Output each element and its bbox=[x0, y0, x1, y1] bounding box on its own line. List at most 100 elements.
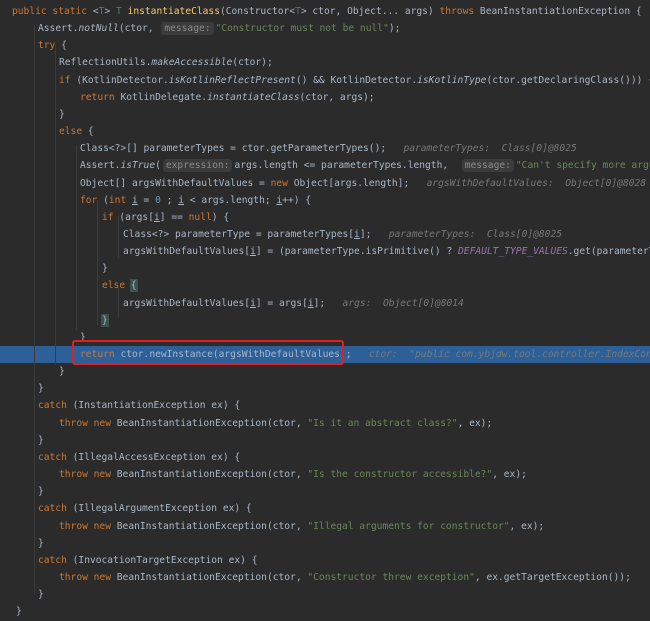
code-token: throws bbox=[439, 6, 480, 17]
code-line[interactable]: Assert.isTrue(expression: args.length <= … bbox=[0, 157, 650, 174]
code-line[interactable]: throw new BeanInstantiationException(cto… bbox=[0, 415, 650, 432]
code-token: isKotlinReflectPresent bbox=[168, 74, 296, 86]
indent-guide bbox=[97, 200, 98, 325]
code-token: , ex); bbox=[509, 520, 545, 532]
code-line[interactable]: catch (InstantiationException ex) { bbox=[0, 397, 650, 414]
code-line[interactable]: if (KotlinDetector.isKotlinReflectPresen… bbox=[0, 72, 650, 89]
code-line[interactable]: Class<?>[] parameterTypes = ctor.getPara… bbox=[0, 140, 650, 157]
code-token: ] = args[ bbox=[255, 297, 308, 309]
indent-guide bbox=[118, 215, 119, 258]
code-token: ++) { bbox=[282, 194, 312, 206]
code-line[interactable]: catch (IllegalArgumentException ex) { bbox=[0, 500, 650, 517]
code-token: } bbox=[38, 486, 44, 498]
code-token: Class<?> parameterType = parameterTypes[ bbox=[123, 228, 355, 240]
code-token: > ctor, Object... args) bbox=[300, 6, 440, 17]
code-token: BeanInstantiationException(ctor, bbox=[116, 417, 308, 429]
code-line[interactable]: throw new BeanInstantiationException(cto… bbox=[0, 518, 650, 535]
code-token: (ctor, bbox=[118, 23, 160, 35]
code-token: (Constructor< bbox=[219, 6, 296, 17]
code-line[interactable]: } bbox=[0, 535, 650, 552]
code-token: return bbox=[80, 91, 121, 103]
code-line[interactable]: public static <T> T instantiateClass(Con… bbox=[0, 3, 650, 20]
code-token: Assert. bbox=[38, 23, 79, 35]
code-token: new bbox=[270, 177, 294, 189]
code-token: catch bbox=[38, 503, 73, 515]
code-token: ]; bbox=[359, 228, 389, 240]
code-token: Assert. bbox=[80, 160, 121, 172]
code-token: if bbox=[102, 211, 120, 223]
code-token: throw new bbox=[59, 417, 117, 429]
code-token: } bbox=[101, 313, 109, 327]
code-token: BeanInstantiationException { bbox=[479, 6, 650, 17]
code-token: makeAccessible bbox=[151, 57, 233, 69]
code-token: instantiateClass bbox=[207, 91, 300, 103]
inline-debug-value: argsWithDefaultValues: Object[0]@8028 bbox=[426, 177, 647, 189]
code-token: catch bbox=[38, 400, 73, 412]
code-line[interactable]: ReflectionUtils.makeAccessible(ctor); bbox=[0, 54, 650, 71]
code-token: } bbox=[38, 589, 44, 601]
indent-guide bbox=[118, 285, 119, 317]
code-token: Object[] argsWithDefaultValues = bbox=[80, 177, 271, 189]
code-line[interactable]: else { bbox=[0, 123, 650, 140]
code-token: args.length <= parameterTypes.length, bbox=[234, 160, 460, 172]
code-token: (InvocationTargetException ex) { bbox=[72, 554, 258, 566]
code-token: , ex); bbox=[492, 469, 527, 481]
inline-debug-value: args: Object[0]@8014 bbox=[342, 297, 464, 309]
code-editor[interactable]: public static <T> T instantiateClass(Con… bbox=[0, 0, 650, 621]
code-token: catch bbox=[38, 554, 73, 566]
code-token: null bbox=[188, 211, 212, 223]
code-line[interactable]: throw new BeanInstantiationException(cto… bbox=[0, 466, 650, 483]
code-token: "Illegal arguments for constructor" bbox=[307, 520, 510, 532]
code-line[interactable]: } bbox=[0, 380, 650, 397]
inline-debug-value: parameterTypes: Class[0]@8025 bbox=[388, 228, 562, 240]
code-line[interactable]: catch (IllegalAccessException ex) { bbox=[0, 449, 650, 466]
code-token: int bbox=[108, 194, 132, 206]
code-token: isTrue bbox=[120, 160, 156, 172]
code-token: ) { bbox=[211, 211, 230, 223]
code-token: BeanInstantiationException(ctor, bbox=[116, 571, 308, 583]
code-token: "Can't specify more arguments t bbox=[515, 160, 650, 172]
code-line[interactable]: } bbox=[0, 586, 650, 603]
code-line[interactable]: } bbox=[0, 363, 650, 380]
parameter-hint: expression: bbox=[162, 159, 233, 173]
code-token: BeanInstantiationException(ctor, bbox=[116, 520, 308, 532]
code-token: throw new bbox=[59, 520, 117, 532]
code-token: = bbox=[137, 194, 156, 206]
code-line[interactable]: } bbox=[0, 432, 650, 449]
code-token: public static bbox=[12, 6, 93, 17]
code-token: } bbox=[102, 263, 108, 275]
parameter-hint: message: bbox=[461, 159, 514, 173]
code-line[interactable]: } bbox=[0, 483, 650, 500]
code-line[interactable]: } bbox=[0, 603, 650, 620]
highlight-annotation-box bbox=[72, 340, 344, 365]
code-token: BeanInstantiationException(ctor, bbox=[116, 469, 308, 481]
code-line[interactable]: try { bbox=[0, 37, 650, 54]
code-token: > bbox=[104, 6, 116, 17]
indent-guide bbox=[55, 45, 56, 365]
code-token: .get(parameterType) bbox=[567, 246, 650, 258]
code-token: ] = (parameterType.isPrimitive() ? bbox=[255, 246, 459, 258]
code-token: "Is it an abstract class?" bbox=[307, 417, 458, 429]
code-token: instantiateClass bbox=[127, 6, 220, 17]
code-token: (KotlinDetector. bbox=[76, 74, 169, 86]
code-token: Object[args.length]; bbox=[293, 177, 427, 189]
code-token: } bbox=[38, 383, 44, 395]
code-token: throw new bbox=[59, 469, 117, 481]
code-token: try bbox=[38, 40, 62, 52]
code-token: } bbox=[38, 537, 44, 549]
code-line[interactable]: } bbox=[0, 106, 650, 123]
inline-debug-value: ctor: "public com.ybjdw.tool.controller.… bbox=[368, 349, 650, 360]
code-token: { bbox=[87, 126, 94, 138]
code-token: else bbox=[102, 280, 131, 292]
code-line[interactable]: Object[] argsWithDefaultValues = new Obj… bbox=[0, 175, 650, 192]
code-token: KotlinDelegate. bbox=[120, 91, 208, 103]
code-token: notNull bbox=[78, 23, 119, 35]
code-line[interactable]: catch (InvocationTargetException ex) { bbox=[0, 552, 650, 569]
code-token: } bbox=[38, 434, 44, 446]
code-line[interactable]: return KotlinDelegate.instantiateClass(c… bbox=[0, 89, 650, 106]
code-line[interactable]: Assert.notNull(ctor, message: "Constructo… bbox=[0, 20, 650, 37]
inline-debug-value: parameterTypes: Class[0]@8025 bbox=[403, 143, 577, 155]
code-token: } bbox=[59, 108, 65, 120]
code-token: (InstantiationException ex) { bbox=[72, 400, 241, 412]
code-line[interactable]: throw new BeanInstantiationException(cto… bbox=[0, 569, 650, 586]
